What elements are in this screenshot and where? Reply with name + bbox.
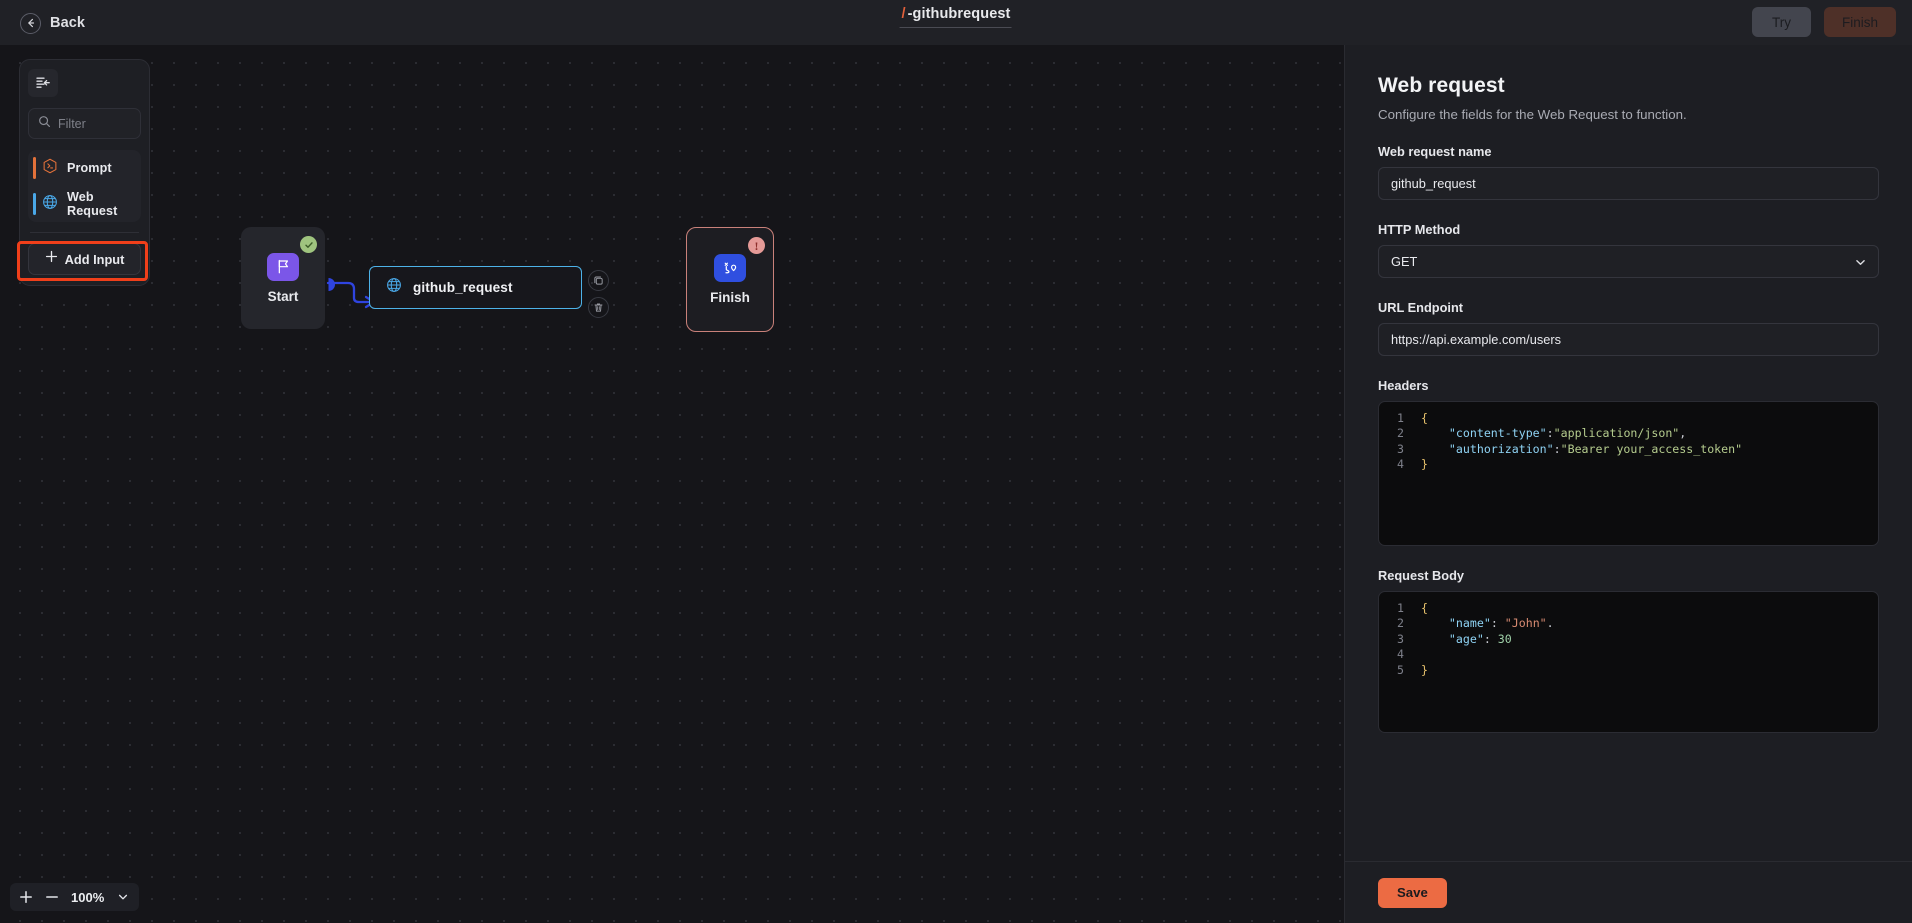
save-button[interactable]: Save bbox=[1378, 878, 1447, 908]
panel-footer: Save bbox=[1345, 861, 1912, 923]
library-divider bbox=[30, 232, 139, 233]
code-line-content: "age": 30 bbox=[1421, 632, 1512, 647]
line-number: 3 bbox=[1379, 442, 1421, 457]
zoom-out-button[interactable] bbox=[40, 885, 64, 909]
node-finish[interactable]: ! Finish bbox=[686, 227, 774, 332]
globe-icon bbox=[386, 277, 402, 298]
flow-canvas[interactable]: Prompt Web Request bbox=[0, 45, 1344, 923]
zoom-controls: 100% bbox=[10, 883, 139, 911]
web-request-config-panel: Web request Configure the fields for the… bbox=[1344, 45, 1912, 923]
library-item-label: Web Request bbox=[67, 190, 141, 218]
delete-icon[interactable] bbox=[588, 297, 609, 318]
copy-icon[interactable] bbox=[588, 270, 609, 291]
collapse-panel-button[interactable] bbox=[28, 69, 58, 97]
library-item-label: Prompt bbox=[67, 161, 112, 175]
web-request-name-input[interactable] bbox=[1378, 167, 1879, 200]
request-body-label: Request Body bbox=[1378, 568, 1879, 583]
node-side-actions bbox=[588, 270, 609, 318]
try-button[interactable]: Try bbox=[1752, 7, 1811, 37]
zoom-in-button[interactable] bbox=[14, 885, 38, 909]
line-number: 2 bbox=[1379, 616, 1421, 631]
line-number: 1 bbox=[1379, 601, 1421, 616]
arrow-left-icon bbox=[20, 13, 41, 34]
node-finish-label: Finish bbox=[710, 290, 750, 305]
top-actions: Try Finish bbox=[1752, 7, 1896, 37]
http-method-label: HTTP Method bbox=[1378, 222, 1879, 237]
code-line-content: } bbox=[1421, 663, 1428, 678]
line-number: 4 bbox=[1379, 457, 1421, 472]
line-number: 5 bbox=[1379, 663, 1421, 678]
node-library-panel: Prompt Web Request bbox=[19, 59, 150, 286]
code-line-content: "content-type":"application/json", bbox=[1421, 426, 1686, 441]
finish-button[interactable]: Finish bbox=[1824, 7, 1896, 37]
panel-title: Web request bbox=[1378, 74, 1879, 98]
line-number: 4 bbox=[1379, 647, 1421, 662]
add-input-button[interactable]: Add Input bbox=[28, 243, 141, 275]
line-number: 1 bbox=[1379, 411, 1421, 426]
globe-icon bbox=[42, 194, 58, 215]
code-line-content: "authorization":"Bearer your_access_toke… bbox=[1421, 442, 1742, 457]
title-underline bbox=[900, 27, 1012, 28]
search-icon bbox=[38, 115, 51, 133]
code-line: 2 "name": "John". bbox=[1379, 616, 1878, 631]
code-line: 3 "age": 30 bbox=[1379, 632, 1878, 647]
node-github-request[interactable]: github_request bbox=[369, 266, 582, 309]
headers-label: Headers bbox=[1378, 378, 1879, 393]
title-slash: / bbox=[902, 6, 906, 22]
node-github-request-label: github_request bbox=[413, 280, 513, 295]
http-method-select[interactable] bbox=[1378, 245, 1879, 278]
filter-input[interactable] bbox=[58, 117, 131, 131]
panel-content: Web request Configure the fields for the… bbox=[1345, 45, 1912, 871]
status-error-badge: ! bbox=[748, 237, 765, 254]
headers-code-editor[interactable]: 1{2 "content-type":"application/json",3 … bbox=[1378, 401, 1879, 546]
workflow-title[interactable]: / -githubrequest bbox=[892, 4, 1021, 28]
code-line: 3 "authorization":"Bearer your_access_to… bbox=[1379, 442, 1878, 457]
terminal-hexagon-icon bbox=[42, 158, 58, 179]
code-line-content: { bbox=[1421, 601, 1428, 616]
http-method-select-wrap bbox=[1378, 245, 1879, 278]
code-line-content: "name": "John". bbox=[1421, 616, 1554, 631]
back-button[interactable]: Back bbox=[14, 8, 91, 38]
top-bar: Back / -githubrequest Try Finish bbox=[0, 0, 1912, 45]
code-line-content: } bbox=[1421, 457, 1428, 472]
code-line: 1{ bbox=[1379, 411, 1878, 426]
web-request-accent-bar bbox=[33, 193, 36, 215]
request-body-code-editor[interactable]: 1{2 "name": "John".3 "age": 3045} bbox=[1378, 591, 1879, 733]
workflow-builder-app: Back / -githubrequest Try Finish bbox=[0, 0, 1912, 923]
node-type-list: Prompt Web Request bbox=[28, 150, 141, 222]
prompt-accent-bar bbox=[33, 157, 36, 179]
title-text: -githubrequest bbox=[908, 6, 1011, 22]
code-line: 4} bbox=[1379, 457, 1878, 472]
line-number: 3 bbox=[1379, 632, 1421, 647]
flag-icon bbox=[267, 253, 299, 281]
code-line-content: { bbox=[1421, 411, 1428, 426]
code-line: 4 bbox=[1379, 647, 1878, 662]
panel-subtitle: Configure the fields for the Web Request… bbox=[1378, 107, 1879, 122]
web-request-name-label: Web request name bbox=[1378, 144, 1879, 159]
status-ok-badge bbox=[300, 236, 317, 253]
add-input-label: Add Input bbox=[65, 252, 125, 267]
chevron-down-icon[interactable] bbox=[111, 885, 135, 909]
code-line: 1{ bbox=[1379, 601, 1878, 616]
code-line: 5} bbox=[1379, 663, 1878, 678]
plus-icon bbox=[45, 250, 58, 268]
route-pin-icon bbox=[714, 254, 746, 282]
filter-field[interactable] bbox=[28, 108, 141, 139]
back-label: Back bbox=[50, 15, 85, 31]
zoom-level-label: 100% bbox=[66, 890, 109, 905]
node-start-label: Start bbox=[268, 289, 299, 304]
code-line: 2 "content-type":"application/json", bbox=[1379, 426, 1878, 441]
library-item-prompt[interactable]: Prompt bbox=[28, 150, 141, 186]
line-number: 2 bbox=[1379, 426, 1421, 441]
url-endpoint-label: URL Endpoint bbox=[1378, 300, 1879, 315]
url-endpoint-input[interactable] bbox=[1378, 323, 1879, 356]
node-start[interactable]: Start bbox=[241, 227, 325, 329]
library-item-web-request[interactable]: Web Request bbox=[28, 186, 141, 222]
